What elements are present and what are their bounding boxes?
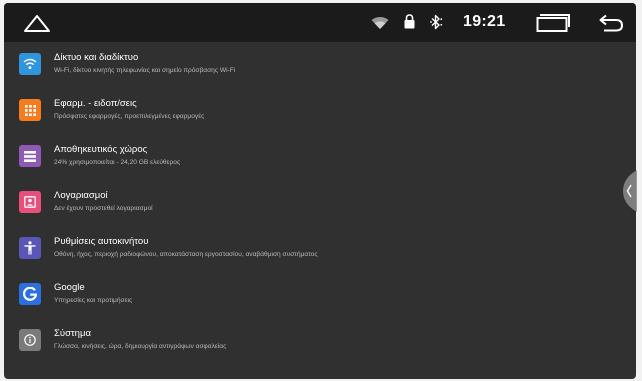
settings-item-accounts[interactable]: Λογαριασμοί Δεν έχουν προστεθεί λογαριασ… [4, 180, 636, 226]
system-icon-tile [19, 329, 41, 351]
home-icon[interactable] [23, 12, 51, 34]
network-icon-tile [19, 53, 41, 75]
recents-icon[interactable] [536, 14, 570, 32]
settings-item-car[interactable]: Ρυθμίσεις αυτοκινήτου Οθόνη, ήχος, περιο… [4, 226, 636, 272]
settings-item-subtitle: Οθόνη, ήχος, περιοχή ραδιοφώνου, αποκατά… [54, 251, 318, 258]
clock: 19:21 [463, 13, 506, 30]
settings-item-storage[interactable]: Αποθηκευτικός χώρος 24% χρησιμοποιείται … [4, 134, 636, 180]
settings-item-subtitle: Δεν έχουν προστεθεί λογαριασμοί [54, 205, 153, 212]
storage-icon [24, 150, 36, 162]
lock-icon [404, 14, 415, 29]
account-icon-tile [19, 191, 41, 213]
settings-item-title: Δίκτυο και διαδίκτυο [54, 52, 139, 63]
car-settings-icon-tile [19, 237, 41, 259]
account-icon [24, 196, 36, 208]
wifi-icon [23, 58, 37, 69]
settings-item-subtitle: 24% χρησιμοποιείται - 24,20 GB ελεύθερος [54, 159, 181, 166]
settings-item-apps[interactable]: Εφαρμ. - ειδοπ/σεις Πρόσφατες εφαρμογές,… [4, 88, 636, 134]
settings-screen: 19:21 Δίκτυο και διαδίκτυο Wi-Fi, δίκτυο… [4, 3, 636, 379]
google-icon-tile [19, 283, 41, 305]
settings-item-title: Σύστημα [54, 328, 91, 339]
settings-item-subtitle: Wi-Fi, δίκτυο κινητής τηλεφωνίας και σημ… [54, 67, 236, 74]
apps-icon [24, 104, 36, 116]
settings-item-title: Εφαρμ. - ειδοπ/σεις [54, 98, 137, 109]
info-icon [24, 334, 36, 346]
google-icon [23, 287, 37, 301]
settings-item-google[interactable]: Google Υπηρεσίες και προτιμήσεις [4, 272, 636, 318]
status-bar: 19:21 [4, 3, 636, 42]
accessibility-icon [24, 241, 36, 255]
settings-item-subtitle: Πρόσφατες εφαρμογές, προεπιλεγμένες εφαρ… [54, 113, 205, 120]
settings-item-title: Αποθηκευτικός χώρος [54, 144, 148, 155]
settings-item-subtitle: Υπηρεσίες και προτιμήσεις [54, 297, 133, 304]
back-icon[interactable] [598, 14, 624, 32]
settings-item-network[interactable]: Δίκτυο και διαδίκτυο Wi-Fi, δίκτυο κινητ… [4, 42, 636, 88]
settings-item-title: Ρυθμίσεις αυτοκινήτου [54, 236, 149, 247]
storage-icon-tile [19, 145, 41, 167]
side-panel-handle[interactable] [623, 170, 637, 212]
settings-item-title: Λογαριασμοί [54, 190, 108, 201]
settings-item-subtitle: Γλώσσα, κινήσεις, ώρα, δημιουργία αντιγρ… [54, 343, 227, 350]
settings-item-system[interactable]: Σύστημα Γλώσσα, κινήσεις, ώρα, δημιουργί… [4, 318, 636, 364]
wifi-icon [371, 17, 389, 29]
apps-icon-tile [19, 99, 41, 121]
bluetooth-icon [430, 14, 443, 30]
settings-item-title: Google [54, 282, 85, 293]
